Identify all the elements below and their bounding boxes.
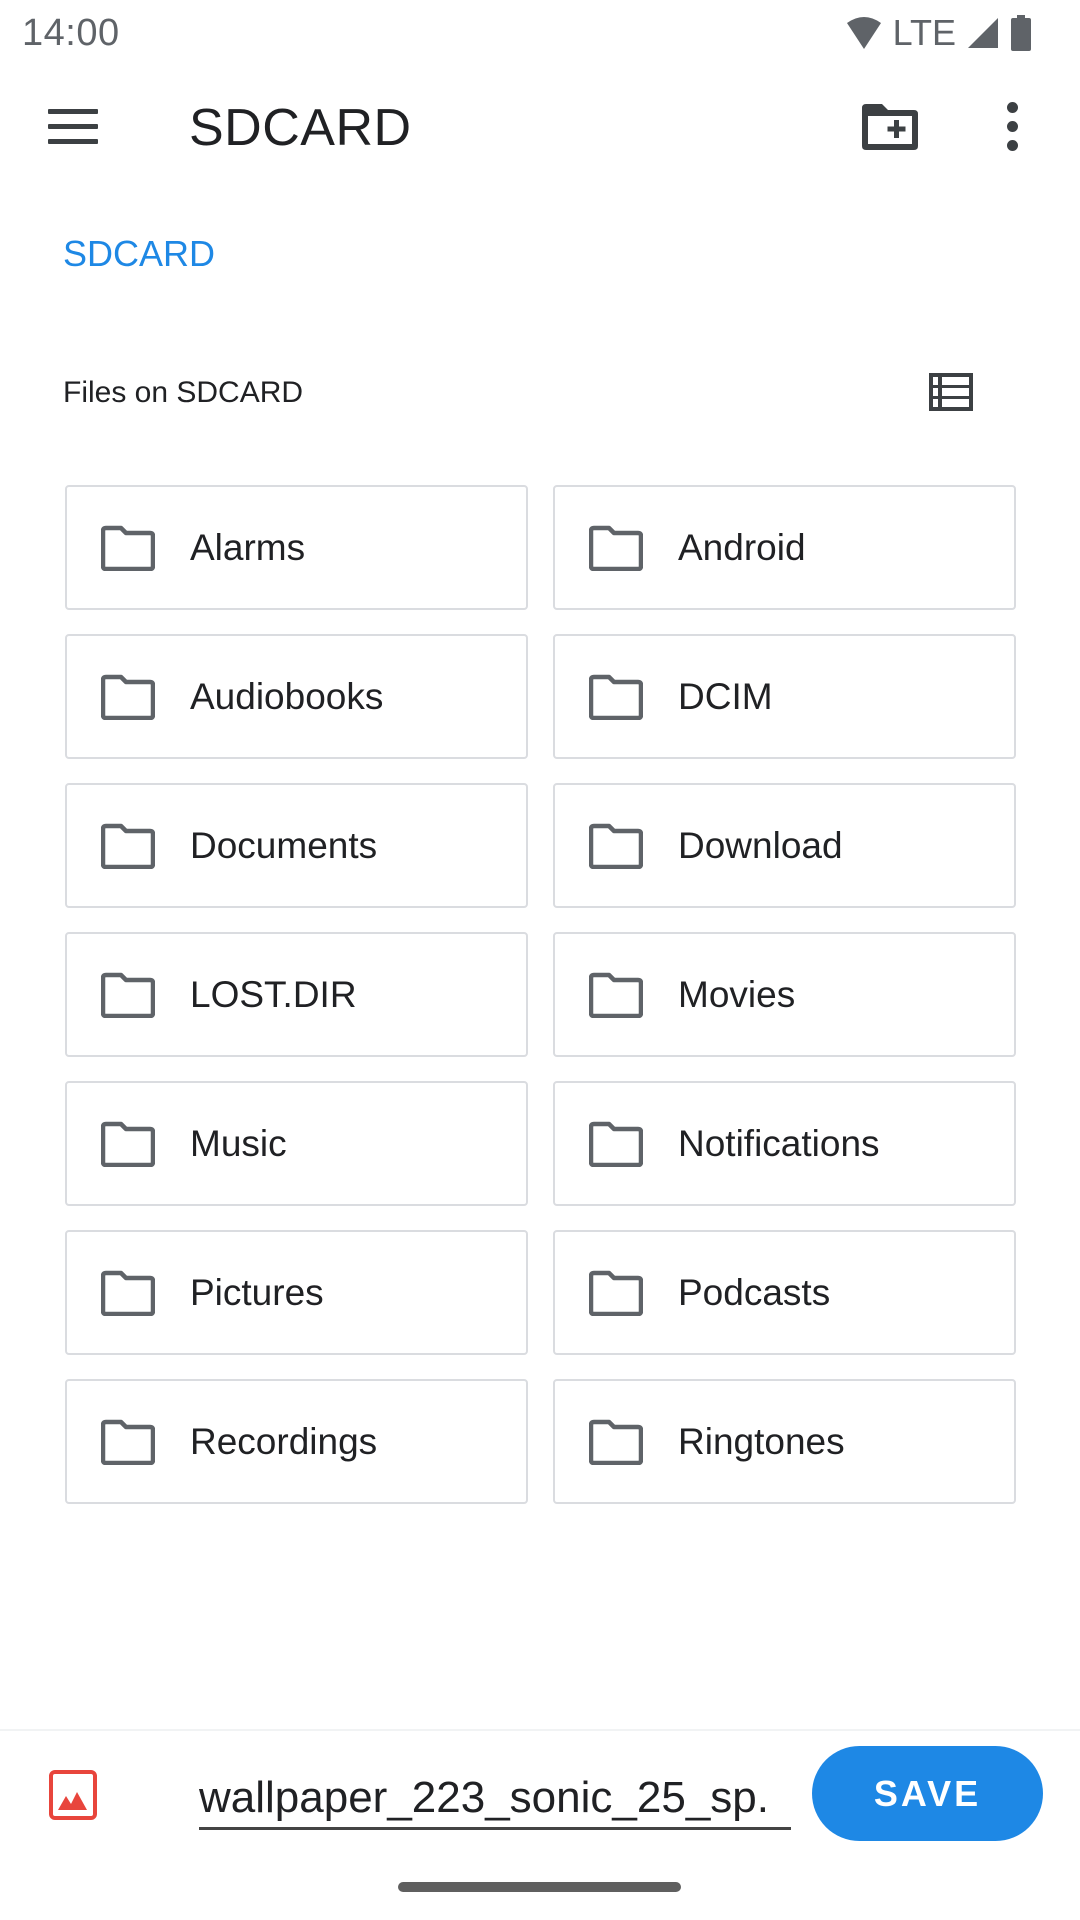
folder-name: Podcasts	[678, 1271, 831, 1313]
folder-name: Recordings	[190, 1420, 378, 1462]
folder-item[interactable]: Notifications	[553, 1081, 1016, 1206]
folder-item[interactable]: Android	[553, 485, 1016, 610]
folder-icon	[101, 1121, 155, 1167]
status-time: 14:00	[22, 12, 120, 54]
folder-name: Notifications	[678, 1122, 880, 1164]
save-button[interactable]: SAVE	[812, 1746, 1043, 1841]
folder-icon	[101, 823, 155, 869]
folder-name: Ringtones	[678, 1420, 845, 1462]
status-icons: LTE	[845, 12, 1032, 54]
filename-input[interactable]	[199, 1768, 791, 1830]
folder-name: Android	[678, 526, 806, 568]
folder-name: Music	[190, 1122, 287, 1164]
folder-item[interactable]: Alarms	[65, 485, 528, 610]
folder-item[interactable]: Recordings	[65, 1379, 528, 1504]
folder-icon	[589, 1270, 643, 1316]
menu-line	[48, 123, 98, 129]
bottom-divider	[0, 1729, 1080, 1731]
folder-name: Movies	[678, 973, 796, 1015]
folder-icon	[101, 525, 155, 571]
page-title: SDCARD	[189, 99, 412, 157]
folder-grid: Alarms Android Audiobooks DCIM Documents Down…	[65, 485, 1016, 1504]
folder-item[interactable]: Movies	[553, 932, 1016, 1057]
hamburger-menu-button[interactable]	[40, 96, 106, 156]
folder-item[interactable]: DCIM	[553, 634, 1016, 759]
list-view-icon	[929, 373, 973, 411]
folder-name: Audiobooks	[190, 675, 384, 717]
folder-item[interactable]: Music	[65, 1081, 528, 1206]
menu-line	[48, 108, 98, 114]
folder-item[interactable]: Pictures	[65, 1230, 528, 1355]
folder-name: LOST.DIR	[190, 973, 357, 1015]
folder-icon	[589, 972, 643, 1018]
folder-item[interactable]: Download	[553, 783, 1016, 908]
battery-icon	[1011, 15, 1031, 51]
wifi-icon	[846, 17, 881, 49]
folder-icon	[589, 525, 643, 571]
file-type-button	[49, 1770, 97, 1820]
folder-icon	[101, 1270, 155, 1316]
more-options-button[interactable]	[990, 96, 1034, 156]
folder-icon	[589, 823, 643, 869]
image-file-icon	[49, 1770, 97, 1820]
menu-line	[48, 138, 98, 144]
more-dot	[1006, 120, 1018, 132]
folder-item[interactable]: LOST.DIR	[65, 932, 528, 1057]
folder-icon	[101, 674, 155, 720]
folder-item[interactable]: Audiobooks	[65, 634, 528, 759]
network-type: LTE	[892, 12, 956, 53]
folder-icon	[589, 1121, 643, 1167]
signal-icon	[968, 18, 998, 48]
more-dot	[1006, 139, 1018, 151]
gesture-nav-handle[interactable]	[398, 1882, 681, 1892]
folder-icon	[589, 674, 643, 720]
folder-name: Alarms	[190, 526, 306, 568]
folder-name: Pictures	[190, 1271, 324, 1313]
folder-icon	[589, 1419, 643, 1465]
more-dot	[1006, 101, 1018, 113]
section-label: Files on SDCARD	[63, 376, 304, 409]
folder-icon	[101, 1419, 155, 1465]
create-new-folder-icon	[862, 104, 918, 150]
folder-icon	[101, 972, 155, 1018]
folder-name: Download	[678, 824, 843, 866]
folder-item[interactable]: Documents	[65, 783, 528, 908]
new-folder-button[interactable]	[858, 96, 922, 156]
folder-name: DCIM	[678, 675, 773, 717]
view-toggle-button[interactable]	[928, 372, 974, 412]
breadcrumb-sdcard[interactable]: SDCARD	[63, 233, 215, 275]
folder-name: Documents	[190, 824, 378, 866]
folder-item[interactable]: Podcasts	[553, 1230, 1016, 1355]
folder-item[interactable]: Ringtones	[553, 1379, 1016, 1504]
